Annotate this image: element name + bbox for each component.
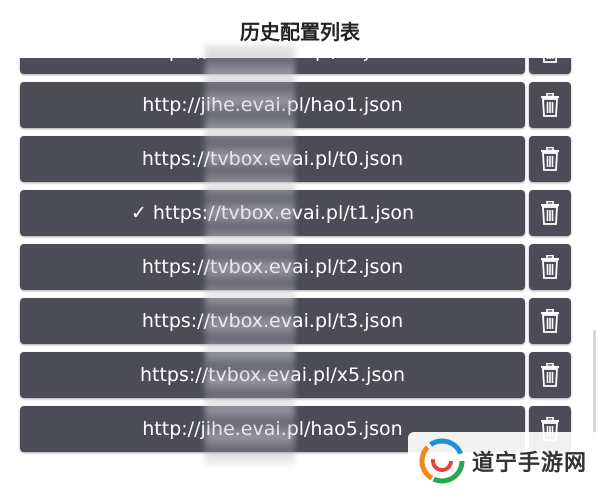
delete-button[interactable]: [529, 352, 571, 398]
list-item-selected: ✓ https://tvbox.evai.pl/t1.json: [0, 188, 600, 242]
trash-icon: [541, 363, 559, 387]
trash-icon: [541, 255, 559, 279]
delete-button[interactable]: [529, 244, 571, 290]
scrollbar[interactable]: [593, 330, 596, 440]
config-url-button[interactable]: ✓ https://tvbox.evai.pl/t1.json: [20, 190, 525, 236]
config-url-button[interactable]: https://tvbox.evai.pl/x5.json: [20, 352, 525, 398]
dialog-title: 历史配置列表: [240, 20, 360, 44]
config-url-button[interactable]: http://jihe.evai.pl/hao1.json: [20, 82, 525, 128]
watermark-text: 道宁手游网: [472, 451, 588, 476]
trash-icon: [541, 147, 559, 171]
list-item: http://jihe.evai.pl/hao1.json: [0, 80, 600, 134]
delete-button[interactable]: [529, 136, 571, 182]
config-url-button[interactable]: https://tvbox.evai.pl/t0.json: [20, 136, 525, 182]
delete-button[interactable]: [529, 298, 571, 344]
list-item: https://tvbox.evai.pl/t0.json: [0, 134, 600, 188]
delete-button[interactable]: [529, 58, 571, 74]
list-item: https://tvbox.evai.pl/t3.json: [0, 296, 600, 350]
trash-icon: [541, 309, 559, 333]
config-url-button[interactable]: https://tvbox.evai.pl/t5.json: [20, 58, 525, 74]
delete-button[interactable]: [529, 190, 571, 236]
swirl-logo-icon: [419, 438, 465, 484]
list-item: https://tvbox.evai.pl/t2.json: [0, 242, 600, 296]
trash-icon: [541, 201, 559, 225]
delete-button[interactable]: [529, 82, 571, 128]
config-url-button[interactable]: https://tvbox.evai.pl/t3.json: [20, 298, 525, 344]
trash-icon: [541, 93, 559, 117]
config-list[interactable]: https://tvbox.evai.pl/t5.json http://jih…: [0, 58, 600, 490]
trash-icon: [542, 58, 558, 63]
site-watermark: 道宁手游网: [408, 432, 600, 490]
list-item: https://tvbox.evai.pl/t5.json: [0, 58, 600, 80]
list-item: https://tvbox.evai.pl/x5.json: [0, 350, 600, 404]
config-url-button[interactable]: https://tvbox.evai.pl/t2.json: [20, 244, 525, 290]
history-config-dialog: 历史配置列表 https://tvbox.evai.pl/t5.json: [0, 0, 600, 490]
